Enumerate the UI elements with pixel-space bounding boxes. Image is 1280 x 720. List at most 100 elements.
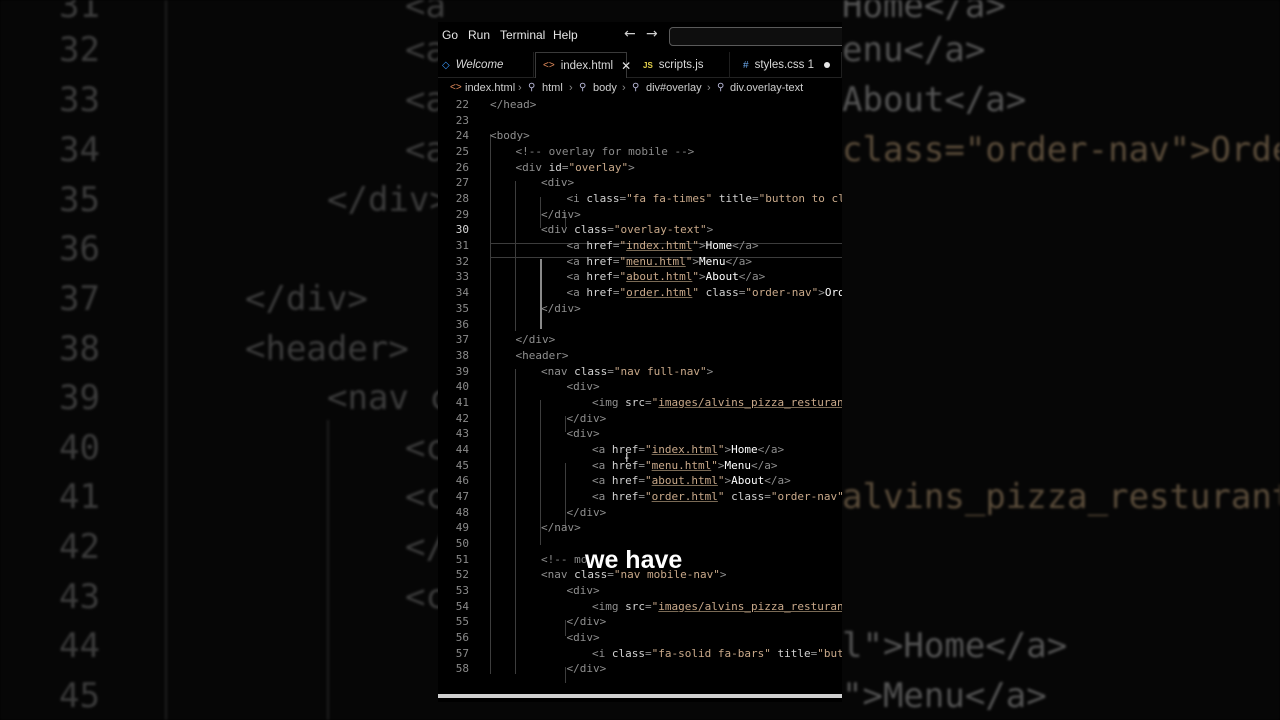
code-line: <a href="order.html" class="order-nav">O	[592, 490, 842, 503]
back-arrow-icon[interactable]: ←	[624, 26, 636, 42]
code-line: <div>	[566, 427, 600, 441]
line-number: 30	[455, 223, 469, 237]
code-line: <img src="images/alvins_pizza_resturant	[592, 599, 842, 613]
code-line: </div>	[566, 505, 607, 519]
line-number: 43	[455, 427, 469, 441]
line-number: 44	[455, 442, 469, 456]
element-cube-icon: ⚲	[632, 82, 640, 93]
line-number: 42	[455, 411, 469, 425]
breadcrumb-item[interactable]: body	[593, 82, 617, 94]
indent-guide	[565, 463, 566, 530]
code-line: <nav class="nav full-nav">	[541, 364, 714, 378]
line-number: 27	[455, 176, 469, 190]
command-center-search[interactable]	[669, 27, 842, 46]
code-line: </div>	[566, 615, 607, 629]
line-number: 25	[455, 145, 469, 159]
line-number: 37	[455, 333, 469, 347]
element-cube-icon: ⚲	[579, 82, 587, 93]
chevron-right-icon: ›	[622, 82, 626, 94]
code-line: <i class="fa-solid fa-bars" title="butto	[592, 646, 842, 660]
code-line: <a href="about.html">About</a>	[592, 474, 791, 488]
code-line: <div id="overlay">	[515, 160, 635, 174]
line-number: 29	[455, 207, 469, 221]
breadcrumb-item[interactable]: div.overlay-text	[730, 82, 803, 94]
tab-label: scripts.js	[658, 59, 704, 71]
text-cursor-icon: Ɨ	[625, 451, 629, 465]
line-number: 28	[455, 192, 469, 206]
code-line: <div>	[566, 631, 600, 645]
line-number: 47	[455, 490, 469, 503]
tab-index-html[interactable]: <> index.html ✕	[535, 52, 631, 78]
line-number: 55	[455, 615, 469, 629]
menu-help[interactable]: Help	[553, 28, 578, 42]
line-number: 23	[455, 113, 469, 127]
code-line: <div>	[566, 380, 600, 394]
code-line: <div>	[541, 176, 575, 190]
element-cube-icon: ⚲	[528, 82, 536, 93]
forward-arrow-icon[interactable]: →	[646, 26, 658, 42]
tab-label: Welcome	[455, 59, 504, 71]
code-line: </nav>	[541, 521, 581, 535]
menu-go[interactable]: Go	[442, 28, 458, 42]
line-number: 53	[455, 584, 469, 598]
breadcrumb-item[interactable]: html	[542, 82, 563, 94]
tab-scripts-js[interactable]: JS scripts.js	[628, 52, 730, 78]
line-number: 46	[455, 474, 469, 488]
editor-tab-bar: ◇ Welcome <> index.html ✕ JS scripts.js …	[438, 52, 842, 78]
line-number: 57	[455, 646, 469, 660]
code-line: <div>	[566, 584, 600, 598]
code-line: <a href="about.html">About</a>	[566, 270, 766, 284]
code-line: </div>	[541, 207, 581, 221]
line-number: 48	[455, 505, 469, 519]
line-number: 36	[455, 317, 469, 331]
code-editor-window: Go Run Terminal Help ← → ◇ Welcome <> in…	[438, 22, 842, 702]
line-number: 26	[455, 160, 469, 174]
code-line: </div>	[566, 411, 607, 425]
code-line: <a href="index.html">Home</a>	[566, 239, 759, 253]
code-line: <!-- overlay for mobile -->	[515, 145, 695, 159]
tab-styles-css[interactable]: # styles.css 1	[731, 52, 842, 78]
menu-terminal[interactable]: Terminal	[500, 28, 545, 42]
line-number: 24	[455, 129, 469, 143]
code-line: <a href="menu.html">Menu</a>	[566, 254, 752, 268]
line-number: 32	[455, 254, 469, 268]
line-number: 34	[455, 286, 469, 300]
unsaved-dot-icon[interactable]	[824, 62, 830, 68]
line-number: 49	[455, 521, 469, 535]
breadcrumb-item[interactable]: index.html	[465, 82, 515, 94]
breadcrumb: <> index.html › ⚲ html › ⚲ body › ⚲ div#…	[438, 80, 842, 97]
video-caption: we have	[585, 546, 683, 574]
line-number: 31	[455, 239, 469, 253]
code-line: <a href="order.html" class="order-nav">O…	[566, 286, 843, 300]
line-number: 52	[455, 568, 469, 582]
line-number: 41	[455, 395, 469, 409]
code-area[interactable]: 22 </head> 23 24 <body> 25 <!-- overlay for mo…	[438, 98, 842, 698]
chevron-right-icon: ›	[569, 82, 573, 94]
chevron-right-icon: ›	[518, 82, 522, 94]
code-line: </div>	[566, 662, 607, 676]
indent-guide	[515, 369, 516, 674]
line-number: 50	[455, 537, 469, 551]
line-number: 33	[455, 270, 469, 284]
code-line: <a href="index.html">Home</a>	[592, 442, 785, 456]
code-line: </div>	[515, 333, 556, 347]
active-indent-guide	[540, 259, 542, 329]
line-number: 56	[455, 631, 469, 645]
line-number: 58	[455, 662, 469, 676]
code-line: <header>	[515, 348, 569, 362]
code-line: <!-- mo	[541, 552, 588, 566]
tab-label: index.html	[560, 59, 614, 72]
tab-welcome[interactable]: ◇ Welcome	[438, 52, 534, 78]
code-line: <img src="images/alvins_pizza_resturant	[592, 395, 842, 409]
element-cube-icon: ⚲	[717, 82, 725, 93]
tab-label: styles.css 1	[754, 59, 814, 71]
js-file-icon: JS	[643, 60, 653, 70]
line-number: 35	[455, 301, 469, 315]
menu-run[interactable]: Run	[468, 28, 490, 42]
horizontal-scrollbar[interactable]	[438, 694, 842, 698]
breadcrumb-item[interactable]: div#overlay	[646, 82, 702, 94]
html-file-icon: <>	[543, 60, 555, 71]
vscode-logo-icon: ◇	[442, 59, 450, 71]
menu-bar: Go Run Terminal Help ← →	[438, 22, 842, 50]
css-file-icon: #	[743, 59, 749, 71]
